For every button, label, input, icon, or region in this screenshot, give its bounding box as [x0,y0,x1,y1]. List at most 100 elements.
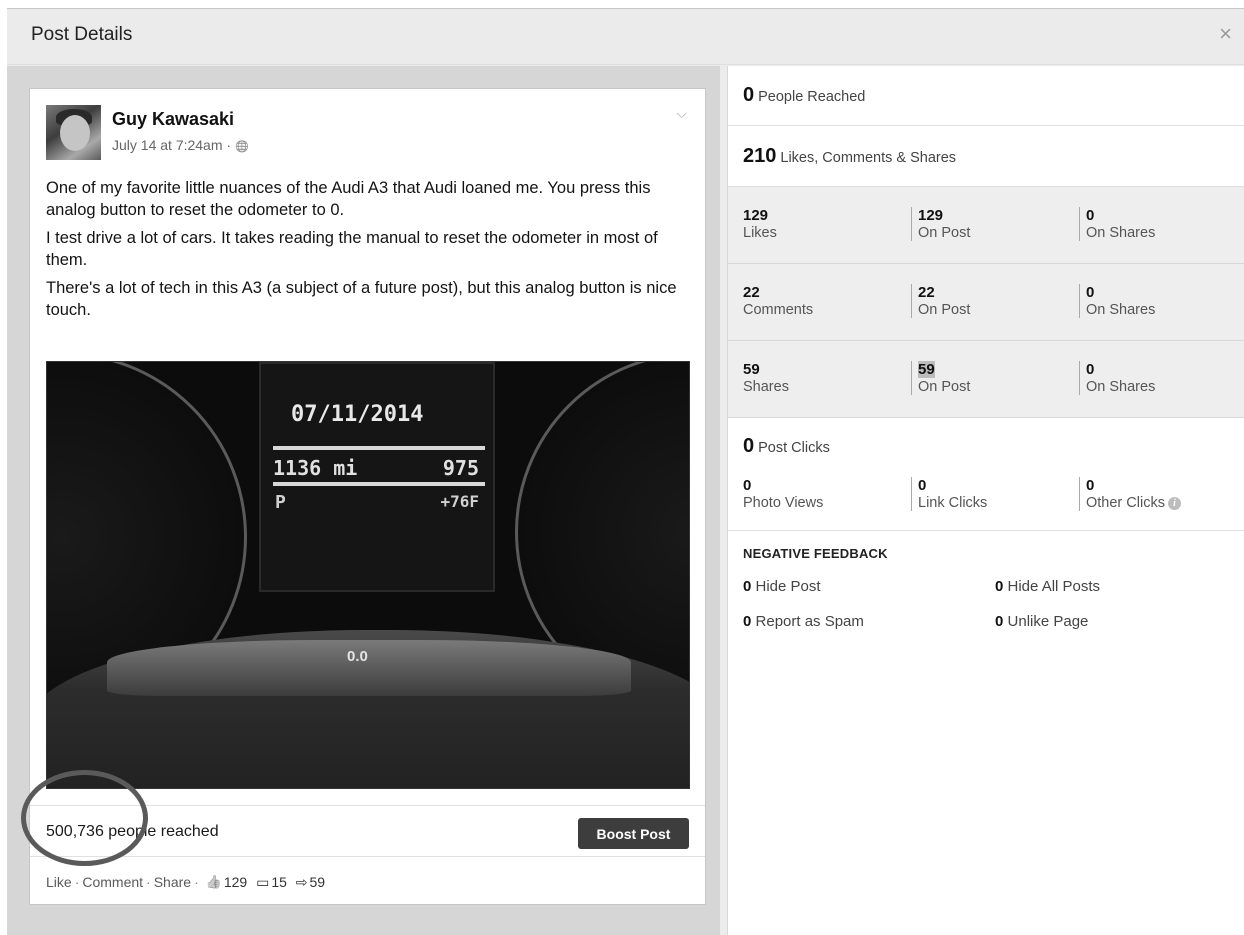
avatar[interactable] [46,105,101,160]
shares-label: Shares [743,379,789,395]
share-icon: ⇨ [295,873,308,890]
photo-views-value: 0 [743,477,752,494]
other-clicks-value: 0 [1086,477,1095,494]
other-clicks-cell: 0 Other Clicks i [1079,477,1181,511]
engagement-breakdown: 129 Likes 129 On Post 0 On Shares 22 Com… [728,187,1244,418]
hide-all-posts-stat: 0 Hide All Posts [995,578,1100,595]
hide-all-posts-label: Hide All Posts [1007,578,1101,595]
hide-post-stat: 0 Hide Post [743,578,821,595]
post-paragraph: One of my favorite little nuances of the… [46,179,651,219]
comment-link[interactable]: Comment [82,874,143,890]
like-link[interactable]: Like [46,874,72,890]
shares-on-post-cell: 59 On Post [911,361,970,395]
post-clicks-label: Post Clicks [758,440,830,456]
shares-count[interactable]: 59 [310,874,326,890]
chevron-down-icon[interactable]: ⌵ [676,105,687,122]
comments-on-post-cell: 22 On Post [911,284,970,318]
shares-row: 59 Shares 59 On Post 0 On Shares [728,341,1244,418]
negative-feedback-title: NEGATIVE FEEDBACK [743,546,888,561]
modal-header: Post Details × [7,9,1244,65]
thumbs-up-icon: 👍 [205,874,222,890]
post-card: Guy Kawasaki July 14 at 7:24am · 🌐 ⌵ One… [21,88,706,905]
avatar-face [60,115,90,151]
on-shares-label: On Shares [1086,379,1156,395]
on-post-label: On Post [918,225,971,241]
other-clicks-label: Other Clicks [1086,495,1165,511]
shares-total: 59 [743,361,760,378]
insights-pane: 0 People Reached 210 Likes, Comments & Sha… [727,66,1244,935]
likes-count[interactable]: 129 [224,874,247,890]
likes-on-shares-cell: 0 On Shares [1079,207,1155,241]
report-spam-label: Report as Spam [755,613,864,630]
display-temperature: +76F [440,492,479,511]
shares-on-post: 59 [918,361,970,378]
info-icon[interactable]: i [1167,497,1181,510]
author-name[interactable]: Guy Kawasaki [112,109,234,130]
people-reached-text: 500,736 people reached [46,823,219,840]
display-gear: P [275,492,286,513]
post-details-modal: Post Details × Guy Kawasaki July 14 at 7… [7,8,1244,935]
on-post-label: On Post [918,379,971,395]
comments-total-cell: 22 Comments [743,284,813,318]
share-link[interactable]: Share [154,874,191,890]
other-clicks-label-wrap: Other Clicks i [1086,495,1181,511]
post-timestamp[interactable]: July 14 at 7:24am · 🌐 [112,137,249,153]
comments-on-post: 22 [918,284,935,301]
on-shares-label: On Shares [1086,302,1156,318]
link-clicks-value: 0 [918,477,927,494]
likes-label: Likes [743,225,777,241]
post-date-text: July 14 at 7:24am · [112,137,235,153]
reach-row: 500,736 people reached Boost Post [30,805,705,857]
post-paragraph: I test drive a lot of cars. It takes rea… [46,229,658,269]
link-clicks-label: Link Clicks [918,495,988,511]
shares-total-cell: 59 Shares [743,361,789,395]
photo-views-label: Photo Views [743,495,824,511]
display-trip: 975 [442,456,479,480]
unlike-page-stat: 0 Unlike Page [995,613,1088,630]
display-odometer: 1136 mi [273,456,358,480]
hide-post-value: 0 [743,578,752,595]
dashboard-display: 07/11/2014 1136 mi 975 P +76F [259,362,495,592]
post-preview-pane: Guy Kawasaki July 14 at 7:24am · 🌐 ⌵ One… [7,66,720,935]
post-photo[interactable]: 07/11/2014 1136 mi 975 P +76F 0.0 [46,361,690,789]
post-clicks-block: 0 Post Clicks 0 Photo Views 0 Link Clicks… [728,419,1244,531]
separator: · [146,874,151,891]
boost-post-button[interactable]: Boost Post [578,818,689,849]
separator: · [194,874,199,891]
likes-total-cell: 129 Likes [743,207,777,241]
trip-panel [107,640,631,696]
comments-label: Comments [743,302,814,318]
on-shares-label: On Shares [1086,225,1156,241]
display-divider [273,446,485,450]
highlighted-value: 59 [918,361,935,378]
likes-total: 129 [743,207,769,224]
report-spam-stat: 0 Report as Spam [743,613,864,630]
people-reached-label: People Reached [758,89,866,105]
comment-icon: ▭ [256,873,270,890]
engagement-value: 210 [743,145,777,167]
link-clicks-cell: 0 Link Clicks [911,477,987,511]
people-reached-value: 0 [743,84,755,106]
photo-views-cell: 0 Photo Views [743,477,823,511]
comments-row: 22 Comments 22 On Post 0 On Shares [728,264,1244,341]
hide-all-posts-value: 0 [995,578,1004,595]
people-reached-row: 0 People Reached [728,66,1244,126]
likes-on-post: 129 [918,207,944,224]
comments-on-shares: 0 [1086,284,1095,301]
separator: · [74,874,80,891]
post-actions: Like · Comment · Share · 👍 129 ▭ 15 ⇨ 59 [46,873,330,891]
post-paragraph: There's a lot of tech in this A3 (a subj… [46,279,677,319]
display-divider [273,482,485,486]
shares-on-shares: 0 [1086,361,1095,378]
globe-icon: 🌐 [234,141,249,153]
likes-on-post-cell: 129 On Post [911,207,970,241]
hide-post-label: Hide Post [755,578,821,595]
comments-count[interactable]: 15 [271,874,287,890]
comments-total: 22 [743,284,760,301]
on-post-label: On Post [918,302,971,318]
unlike-page-label: Unlike Page [1007,613,1089,630]
post-body: One of my favorite little nuances of the… [46,177,694,327]
post-clicks-value: 0 [743,435,755,457]
engagement-label: Likes, Comments & Shares [780,150,957,166]
close-icon[interactable]: × [1219,23,1232,45]
